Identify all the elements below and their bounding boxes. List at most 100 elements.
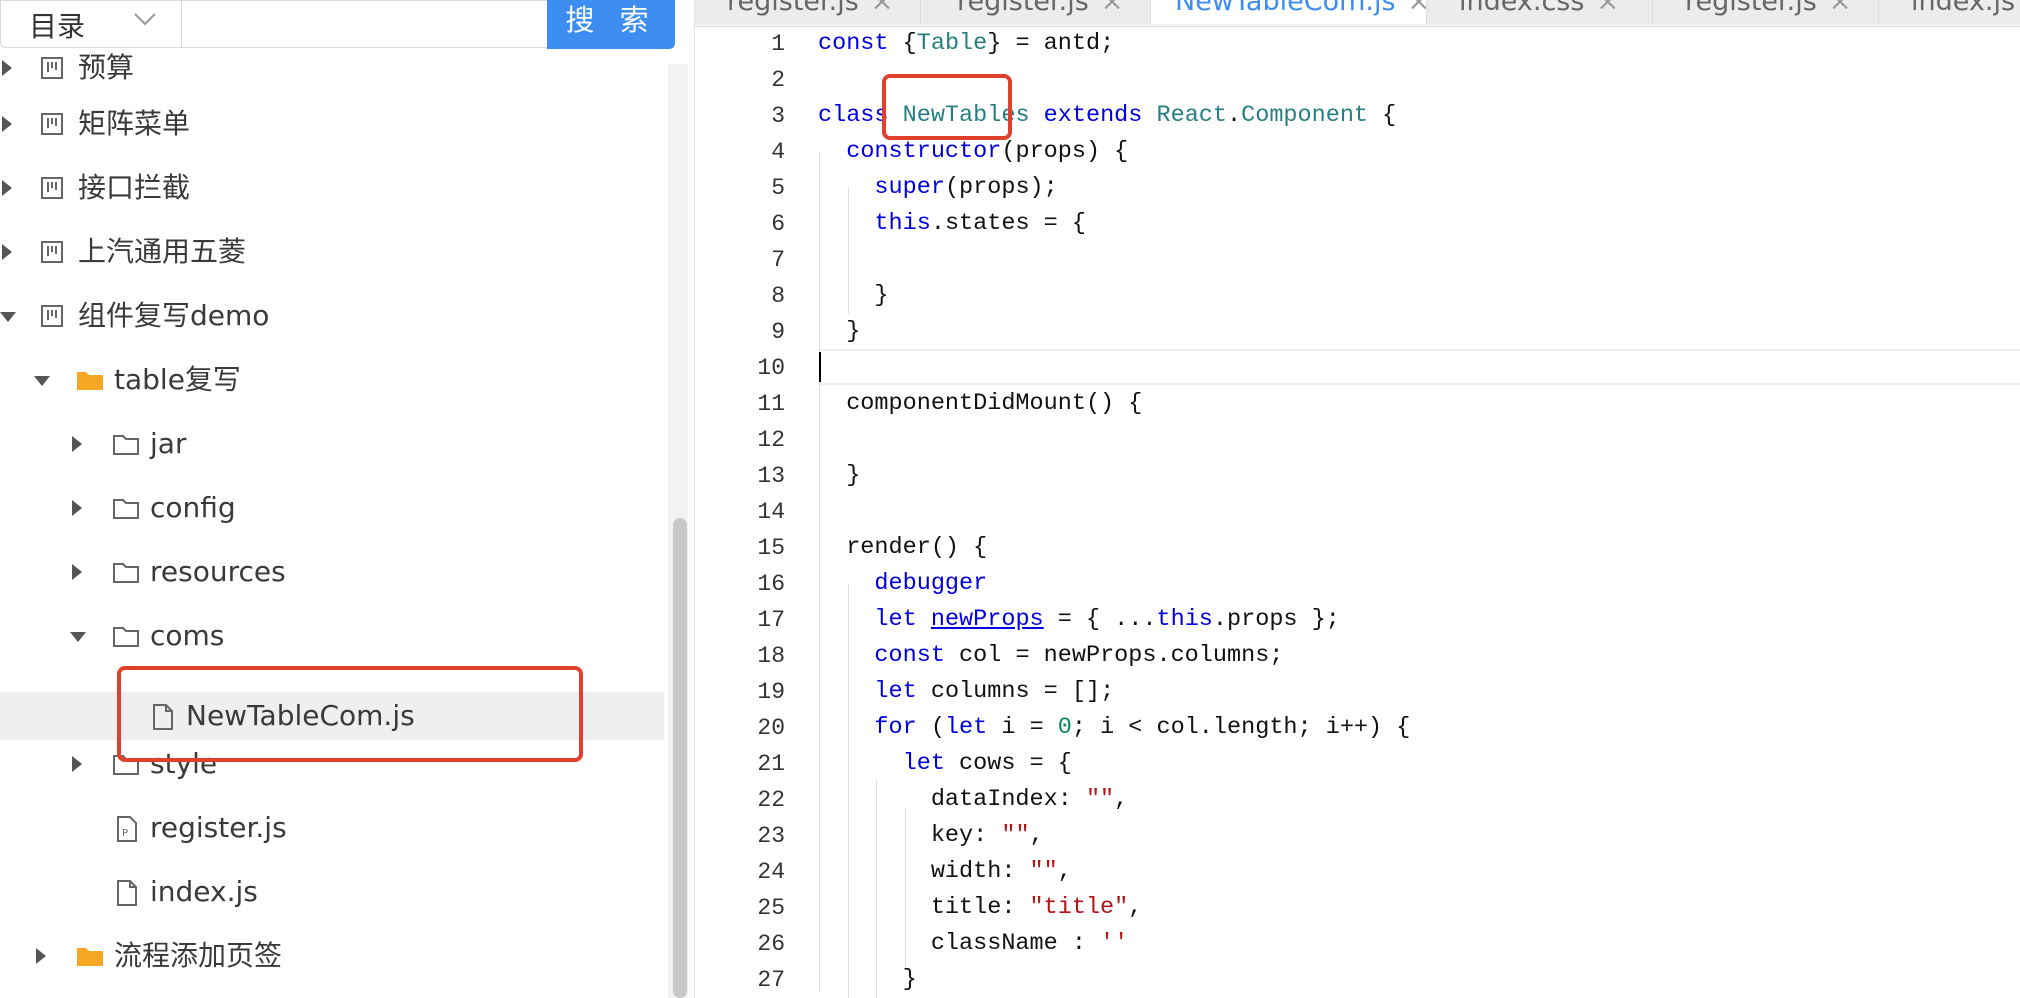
tree-node-label: 组件复写demo — [78, 299, 270, 332]
tree-node-register-js[interactable]: P register.js — [0, 804, 664, 852]
line-number: 13 — [757, 463, 785, 489]
collapse-caret-icon[interactable] — [0, 312, 16, 322]
tree-node-config[interactable]: config — [0, 484, 664, 532]
tree-node-component-demo[interactable]: 组件复写demo — [0, 292, 664, 340]
expand-caret-icon[interactable] — [2, 116, 12, 132]
tab-label: register.js — [957, 0, 1089, 17]
tree-node-coms[interactable]: coms — [0, 612, 664, 660]
line-number: 15 — [757, 535, 785, 561]
tree-node-table-rewrite[interactable]: table复写 — [0, 356, 664, 404]
expand-caret-icon[interactable] — [2, 60, 12, 76]
file-tree-panel: 目录 搜 索 预算 矩阵菜单 接口拦截 上汽通用五菱 组件复写demo tabl… — [0, 0, 694, 998]
tree-node-interface-intercept[interactable]: 接口拦截 — [0, 164, 664, 212]
code-token: '' — [1100, 930, 1129, 957]
close-icon[interactable]: × — [1101, 0, 1124, 17]
tree-node-label: resources — [150, 555, 286, 588]
file-icon — [117, 880, 137, 906]
tree-node-process-tabs[interactable]: 流程添加页签 — [0, 932, 664, 980]
code-line-9: } — [818, 318, 861, 345]
tree-node-label: config — [150, 491, 236, 524]
line-number: 5 — [771, 175, 785, 201]
tree-node-label: index.js — [150, 875, 258, 908]
expand-caret-icon[interactable] — [36, 948, 46, 964]
tree-scrollbar-thumb[interactable] — [673, 518, 687, 998]
tab-index-js[interactable]: index.js× — [1879, 0, 2020, 24]
code-token: Component — [1241, 102, 1369, 129]
code-token: cows = { — [944, 750, 1072, 777]
collapse-caret-icon[interactable] — [70, 632, 86, 642]
folder-icon — [113, 563, 139, 583]
line-number: 25 — [757, 895, 785, 921]
expand-caret-icon[interactable] — [2, 244, 12, 260]
code-token: "" — [1001, 822, 1030, 849]
line-number: 12 — [757, 427, 785, 453]
code-token: { — [1368, 102, 1397, 129]
code-token: Table — [916, 30, 988, 57]
code-token: key: — [818, 822, 1002, 849]
code-token: (props); — [944, 174, 1058, 201]
expand-caret-icon[interactable] — [72, 564, 82, 580]
code-token: . — [1227, 102, 1242, 129]
code-line-15: render() { — [818, 534, 988, 561]
tab-register-js-3[interactable]: register.js × — [1653, 0, 1879, 24]
line-number: 11 — [757, 391, 785, 417]
code-line-17: let newProps = { ...this.props }; — [818, 602, 1339, 638]
code-line-21: let cows = { — [818, 746, 1072, 782]
close-icon[interactable]: × — [871, 0, 894, 17]
search-button[interactable]: 搜 索 — [547, 0, 675, 49]
code-token: this — [874, 210, 931, 237]
highlight-box-file — [117, 666, 583, 762]
line-number: 6 — [771, 211, 785, 237]
script-file-icon: P — [117, 816, 137, 842]
code-line-26: className : '' — [818, 926, 1128, 962]
board-icon — [41, 177, 63, 199]
line-number: 1 — [771, 31, 785, 57]
text-cursor — [819, 352, 821, 382]
tree-node-sgmw[interactable]: 上汽通用五菱 — [0, 228, 664, 276]
code-token[interactable]: newProps — [931, 606, 1044, 633]
tab-newtablecom-js[interactable]: NewTableCom.js × — [1151, 0, 1430, 24]
tab-index-css[interactable]: index.css × — [1427, 0, 1653, 24]
close-icon[interactable]: × — [1829, 0, 1852, 17]
code-line-18: const col = newProps.columns; — [818, 638, 1283, 674]
code-token: , — [1128, 894, 1143, 921]
scope-select[interactable]: 目录 — [1, 1, 182, 47]
tree-node-jar[interactable]: jar — [0, 420, 664, 468]
code-token: { — [888, 30, 917, 57]
line-number: 14 — [757, 499, 785, 525]
expand-caret-icon[interactable] — [72, 436, 82, 452]
code-token: , — [1029, 822, 1044, 849]
tree-node-matrix-menu[interactable]: 矩阵菜单 — [0, 100, 664, 148]
board-icon — [41, 57, 63, 79]
board-icon — [41, 305, 63, 327]
expand-caret-icon[interactable] — [72, 500, 82, 516]
code-token: debugger — [874, 570, 988, 597]
code-line-22: dataIndex: "", — [818, 782, 1128, 818]
code-token: extends — [1043, 102, 1143, 129]
tab-register-js-2[interactable]: register.js × — [921, 0, 1151, 24]
expand-caret-icon[interactable] — [2, 180, 12, 196]
tree-node-resources[interactable]: resources — [0, 548, 664, 596]
code-line-5: super(props); — [818, 170, 1058, 206]
folder-icon — [113, 499, 139, 519]
tree-node-index-js[interactable]: index.js — [0, 868, 664, 916]
search-input[interactable] — [182, 1, 546, 47]
tab-register-js-1[interactable]: register.js × — [695, 0, 921, 24]
code-line-6: this.states = { — [818, 206, 1086, 242]
tree-node-label: 流程添加页签 — [114, 939, 283, 972]
line-number: 20 — [757, 715, 785, 741]
line-number: 22 — [757, 787, 785, 813]
folder-filled-icon — [77, 948, 103, 966]
close-icon[interactable]: × — [1596, 0, 1619, 17]
expand-caret-icon[interactable] — [72, 756, 82, 772]
collapse-caret-icon[interactable] — [34, 376, 50, 386]
tab-label: NewTableCom.js — [1175, 0, 1396, 17]
tree-node-budget[interactable]: 预算 — [0, 44, 664, 92]
board-icon — [41, 241, 63, 263]
line-number: 23 — [757, 823, 785, 849]
code-token: class — [818, 102, 889, 129]
tree-node-label: 上汽通用五菱 — [78, 235, 247, 268]
